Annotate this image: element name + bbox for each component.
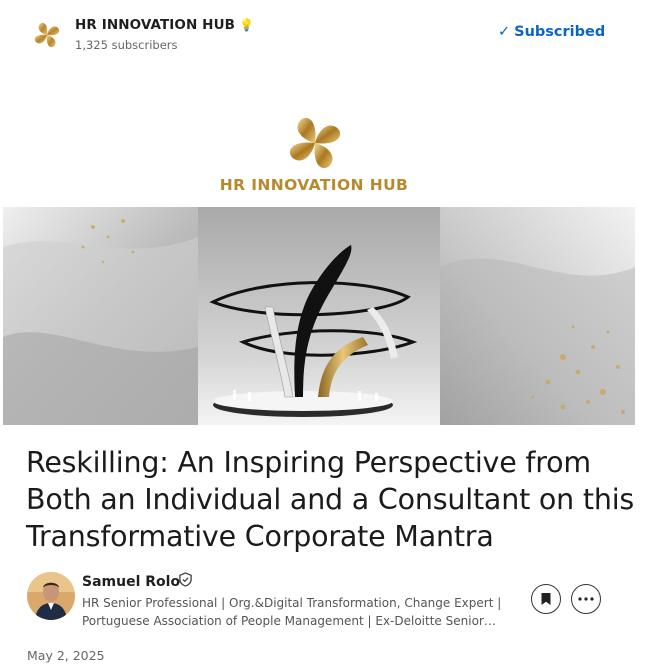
- more-options-button[interactable]: [571, 584, 601, 614]
- newsletter-logo-icon[interactable]: [32, 20, 62, 50]
- author-headline: HR Senior Professional | Org.&Digital Tr…: [82, 596, 502, 628]
- article-title: Reskilling: An Inspiring Perspective fro…: [26, 446, 635, 553]
- banner-logo-icon: [289, 117, 341, 169]
- lightbulb-emoji: 💡: [239, 18, 255, 32]
- avatar[interactable]: [27, 572, 75, 620]
- bookmark-icon: [541, 593, 551, 605]
- more-options-icon: [578, 597, 594, 601]
- banner-brand-text: HR INNOVATION HUB: [219, 176, 409, 194]
- subscribed-button[interactable]: ✓ Subscribed: [498, 24, 605, 40]
- author-name[interactable]: Samuel Rolo: [82, 574, 180, 590]
- publish-date: May 2, 2025: [27, 648, 105, 663]
- verified-badge-icon: [179, 572, 192, 587]
- newsletter-header: HR INNOVATION HUB 💡 1,325 subscribers ✓ Su…: [0, 0, 660, 70]
- cover-image[interactable]: [3, 207, 635, 425]
- checkmark-icon: ✓: [498, 24, 511, 40]
- save-article-button[interactable]: [531, 584, 561, 614]
- subscriber-count: 1,325 subscribers: [75, 38, 178, 52]
- newsletter-title[interactable]: HR INNOVATION HUB 💡: [75, 17, 254, 33]
